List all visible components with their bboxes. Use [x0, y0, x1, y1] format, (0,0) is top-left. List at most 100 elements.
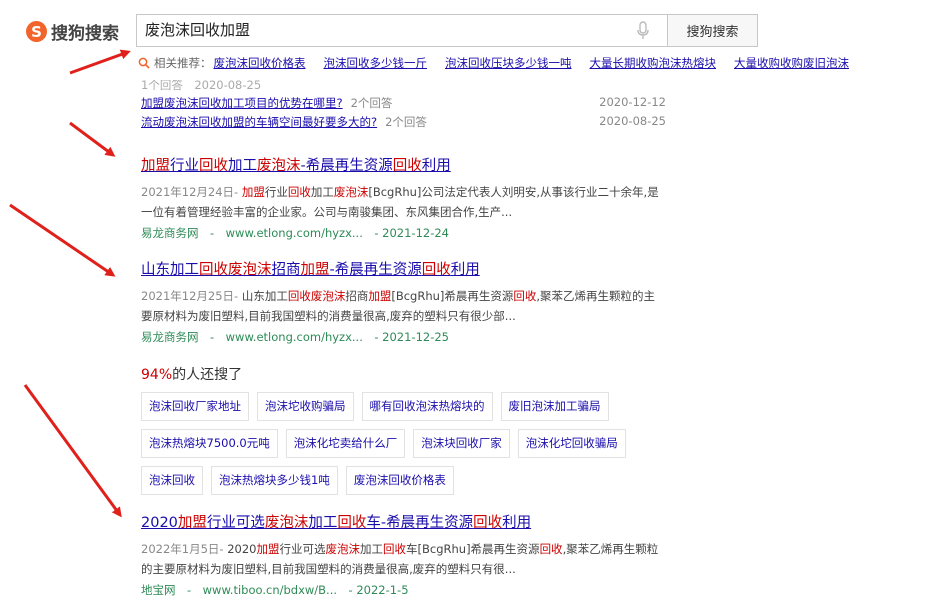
search-input[interactable] — [145, 15, 625, 46]
result-snippet: 2021年12月24日- 加盟行业回收加工废泡沫[BcgRhu]公司法定代表人刘… — [141, 182, 666, 222]
highlighted-keyword: 废泡沫 — [333, 185, 369, 199]
suggestion-chip[interactable]: 泡沫化坨回收骗局 — [517, 429, 626, 458]
search-box — [136, 14, 668, 47]
highlighted-keyword: 回收 — [287, 185, 311, 199]
highlighted-keyword: 回收 — [337, 515, 367, 531]
text-segment: 加工 — [308, 515, 338, 531]
red-arrow — [69, 121, 116, 157]
search-header: S 搜狗搜索 搜狗搜索 相关推荐： 废泡沫回收价格表 泡沫回收多少钱一斤 泡沫回… — [0, 0, 925, 80]
text-segment: 利用 — [450, 262, 480, 278]
sogou-logo[interactable]: S 搜狗搜索 — [26, 19, 119, 44]
search-result: 山东加工回收废泡沫招商加盟-希晨再生资源回收利用 2021年12月25日- 山东… — [141, 260, 666, 346]
text-segment: 车-希晨再生资源 — [366, 515, 474, 531]
qa-row: 加盟废泡沫回收加工项目的优势在哪里? 2个回答 2020-12-12 — [141, 95, 666, 111]
suggestion-chip[interactable]: 废泡沫回收价格表 — [345, 466, 454, 495]
highlighted-keyword: 回收 — [539, 542, 563, 556]
also-searched-heading: 94%的人还搜了 — [141, 364, 242, 384]
related-link[interactable]: 泡沫回收压块多少钱一吨 — [445, 55, 572, 71]
highlighted-keyword: 加盟 — [256, 542, 280, 556]
qa-date: 2020-12-12 — [599, 95, 666, 109]
suggestion-chip[interactable]: 泡沫热熔块7500.0元吨 — [141, 429, 278, 458]
suggestion-chip[interactable]: 泡沫回收厂家地址 — [141, 392, 249, 421]
result-title-link[interactable]: 山东加工回收废泡沫招商加盟-希晨再生资源回收利用 — [141, 260, 666, 280]
suggestion-chip[interactable]: 泡沫热熔块多少钱1吨 — [211, 466, 338, 495]
highlighted-keyword: 回收 — [473, 515, 503, 531]
text-segment: -希晨再生资源 — [329, 262, 422, 278]
highlighted-keyword: 废泡沫 — [325, 542, 361, 556]
text-segment: 2020 — [223, 542, 257, 556]
text-segment: 加工 — [228, 158, 257, 174]
related-link[interactable]: 废泡沫回收价格表 — [214, 55, 306, 71]
search-icon — [138, 57, 150, 69]
result-source[interactable]: 易龙商务网 - www.etlong.com/hyzx... - 2021-12… — [141, 224, 666, 242]
result-title-link[interactable]: 2020加盟行业可选废泡沫加工回收车-希晨再生资源回收利用 — [141, 513, 666, 533]
result-date: 2021年12月24日- — [141, 185, 239, 199]
text-segment: 加工 — [360, 542, 383, 556]
highlighted-keyword: 加盟 — [141, 158, 170, 174]
also-searched-percent: 94% — [141, 367, 173, 383]
highlighted-keyword: 加盟 — [300, 262, 330, 278]
text-segment: [BcgRhu]希晨再生资源 — [391, 289, 514, 303]
highlighted-keyword: 加盟 — [368, 289, 392, 303]
search-result: 加盟行业回收加工废泡沫-希晨再生资源回收利用 2021年12月24日- 加盟行业… — [141, 156, 666, 242]
qa-answer-count: 2个回答 — [385, 115, 427, 129]
text-segment: 山东加工 — [141, 262, 199, 278]
search-result: 2020加盟行业可选废泡沫加工回收车-希晨再生资源回收利用 2022年1月5日-… — [141, 513, 666, 599]
suggestion-chip[interactable]: 泡沫块回收厂家 — [413, 429, 510, 458]
red-arrow — [23, 384, 122, 518]
related-recommendations: 相关推荐： 废泡沫回收价格表 泡沫回收多少钱一斤 泡沫回收压块多少钱一吨 大量长… — [138, 55, 867, 71]
sogou-logo-text: 搜狗搜索 — [51, 24, 119, 44]
highlighted-keyword: 回收 — [421, 262, 451, 278]
text-segment: -希晨再生资源 — [300, 158, 393, 174]
microphone-icon[interactable] — [636, 21, 650, 40]
text-segment: 行业 — [170, 158, 199, 174]
also-searched-chips: 泡沫回收厂家地址 泡沫坨收购骗局 哪有回收泡沫热熔块的 废旧泡沫加工骗局 泡沫热… — [141, 392, 681, 503]
highlighted-keyword: 废泡沫 — [257, 158, 301, 174]
qa-question-link[interactable]: 加盟废泡沫回收加工项目的优势在哪里? — [141, 95, 343, 111]
sogou-logo-icon: S — [26, 21, 47, 42]
also-searched-label: 的人还搜了 — [172, 367, 243, 383]
text-segment: 行业可选 — [279, 542, 326, 556]
result-snippet: 2021年12月25日- 山东加工回收废泡沫招商加盟[BcgRhu]希晨再生资源… — [141, 286, 666, 326]
text-segment: 2020 — [141, 515, 178, 531]
result-source[interactable]: 地宝网 - www.tiboo.cn/bdxw/B... - 2022-1-5 — [141, 581, 666, 599]
highlighted-keyword: 加盟 — [177, 515, 207, 531]
highlighted-keyword: 废泡沫 — [264, 515, 309, 531]
result-snippet: 2022年1月5日- 2020加盟行业可选废泡沫加工 回收车[BcgRhu]希晨再… — [141, 539, 666, 579]
related-label: 相关推荐： — [154, 56, 212, 70]
qa-date: 2020-08-25 — [599, 114, 666, 128]
suggestion-chip[interactable]: 泡沫坨收购骗局 — [257, 392, 354, 421]
qa-row: 流动废泡沫回收加盟的车辆空间最好要多大的? 2个回答 2020-08-25 — [141, 114, 666, 130]
result-title-link[interactable]: 加盟行业回收加工废泡沫-希晨再生资源回收利用 — [141, 156, 666, 176]
related-link[interactable]: 大量收购收购废旧泡沫 — [734, 55, 849, 71]
text-segment: 加工 — [310, 185, 334, 199]
result-date: 2022年1月5日- — [141, 542, 224, 556]
related-link[interactable]: 大量长期收购泡沫热熔块 — [590, 55, 717, 71]
text-segment: 车[BcgRhu]希晨再生资源 — [406, 542, 540, 556]
highlighted-keyword: 废泡沫 — [228, 262, 272, 278]
text-segment: 利用 — [502, 515, 532, 531]
result-source[interactable]: 易龙商务网 - www.etlong.com/hyzx... - 2021-12… — [141, 328, 666, 346]
suggestion-chip[interactable]: 废旧泡沫加工骗局 — [500, 392, 609, 421]
highlighted-keyword: 回收 — [392, 158, 422, 174]
text-segment: 招商 — [271, 262, 301, 278]
text-segment: 行业可选 — [206, 515, 265, 531]
highlighted-keyword: 回收 — [513, 289, 537, 303]
highlighted-keyword: 回收 — [199, 158, 228, 174]
highlighted-keyword: 回收 — [199, 262, 228, 278]
qa-answer-count: 2个回答 — [350, 96, 393, 110]
text-segment: 行业 — [264, 185, 288, 199]
text-segment: 利用 — [421, 158, 451, 174]
qa-question-link[interactable]: 流动废泡沫回收加盟的车辆空间最好要多大的? — [141, 114, 377, 130]
red-arrow — [9, 203, 116, 277]
related-link[interactable]: 泡沫回收多少钱一斤 — [324, 55, 428, 71]
text-segment: 山东加工 — [238, 289, 288, 303]
highlighted-keyword: 加盟 — [241, 185, 265, 199]
result-date: 2021年12月25日- — [141, 289, 239, 303]
suggestion-chip[interactable]: 哪有回收泡沫热熔块的 — [361, 392, 493, 421]
suggestion-chip[interactable]: 泡沫化坨卖给什么厂 — [285, 429, 406, 458]
text-segment: 招商 — [345, 289, 369, 303]
suggestion-chip[interactable]: 泡沫回收 — [141, 466, 203, 495]
highlighted-keyword: 回收废泡沫 — [287, 289, 346, 303]
search-button[interactable]: 搜狗搜索 — [667, 14, 758, 47]
